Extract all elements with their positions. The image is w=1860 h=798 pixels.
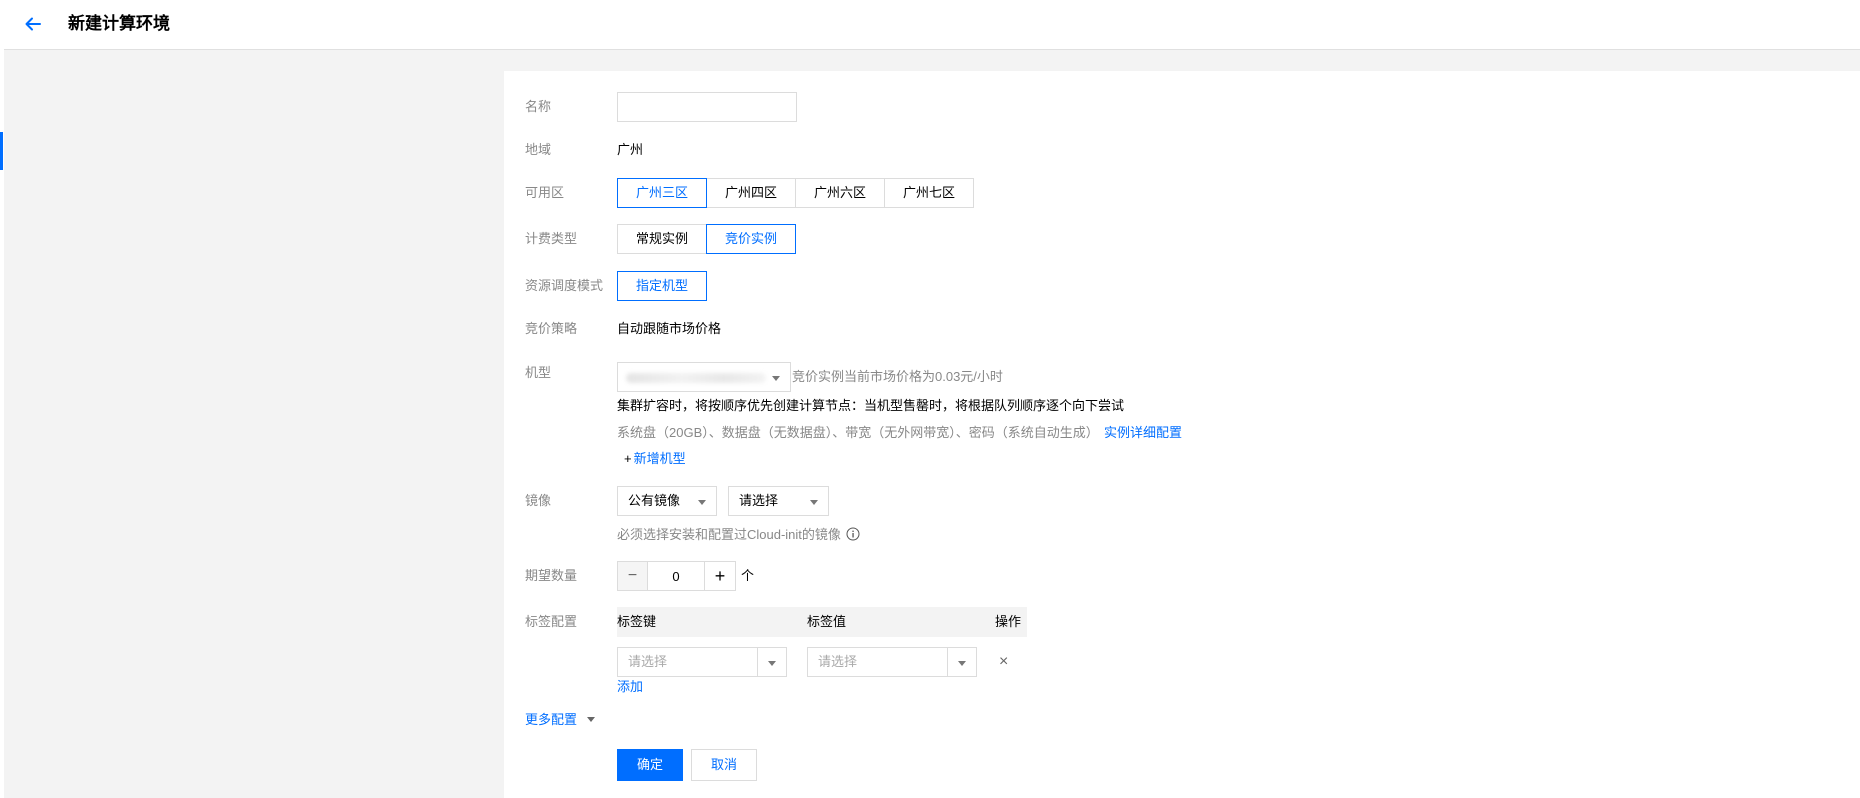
arrow-left-icon[interactable] [22, 13, 44, 35]
scheduling-label: 资源调度模式 [525, 278, 604, 293]
more-config-label: 更多配置 [525, 712, 578, 727]
plus-icon: + [624, 451, 632, 466]
instance-scale-note: 集群扩容时，将按顺序优先创建计算节点：当机型售罄时，将根据队列顺序逐个向下尝试 [617, 398, 1125, 413]
image-type-value: 公有镜像 [628, 493, 681, 508]
instance-config-link[interactable]: 实例详细配置 [1104, 424, 1182, 442]
select-divider [947, 648, 948, 676]
instance-config-summary: 系统盘（20GB）、数据盘（无数据盘）、带宽（无外网带宽）、密码（系统自动生成） [617, 425, 1099, 440]
billing-option-regular[interactable]: 常规实例 [617, 224, 707, 254]
bid-value: 自动跟随市场价格 [617, 321, 722, 336]
billing-label: 计费类型 [525, 231, 578, 246]
image-value: 请选择 [739, 493, 779, 508]
scheduling-option-specified[interactable]: 指定机型 [617, 271, 707, 301]
image-note-text: 必须选择安装和配置过Cloud-init的镜像 [617, 527, 841, 542]
tag-key-select[interactable]: 请选择 [617, 647, 787, 677]
quantity-increment-button[interactable]: + [704, 561, 736, 591]
select-divider [757, 648, 758, 676]
more-config-toggle[interactable]: 更多配置 [525, 711, 595, 729]
image-label: 镜像 [525, 493, 552, 508]
caret-down-icon [698, 500, 706, 505]
image-note: 必须选择安装和配置过Cloud-init的镜像 [617, 526, 860, 544]
add-tag-link[interactable]: 添加 [617, 678, 643, 696]
zone-option-3[interactable]: 广州六区 [795, 178, 885, 208]
tag-value-placeholder: 请选择 [818, 654, 858, 669]
cancel-button[interactable]: 取消 [691, 749, 757, 781]
caret-down-icon [772, 376, 780, 381]
tag-key-placeholder: 请选择 [628, 654, 668, 669]
bid-label: 竞价策略 [525, 321, 578, 336]
instance-type-select[interactable] [617, 362, 791, 392]
quantity-label: 期望数量 [525, 568, 578, 583]
close-icon[interactable]: × [999, 653, 1008, 671]
image-type-select[interactable]: 公有镜像 [617, 486, 717, 516]
region-label: 地域 [525, 142, 552, 157]
left-rail [0, 0, 4, 798]
page-title: 新建计算环境 [68, 14, 170, 33]
caret-down-icon [958, 661, 966, 666]
zone-option-4[interactable]: 广州七区 [884, 178, 974, 208]
caret-down-icon [810, 500, 818, 505]
add-instance-type-link[interactable]: + 新增机型 [624, 450, 686, 468]
info-icon[interactable] [846, 527, 860, 541]
image-select[interactable]: 请选择 [728, 486, 829, 516]
quantity-input[interactable] [647, 561, 705, 591]
tags-table-header: 标签键 标签值 操作 [617, 607, 1027, 637]
region-value: 广州 [617, 142, 644, 157]
caret-down-icon [768, 661, 776, 666]
add-instance-type-label: 新增机型 [633, 451, 686, 466]
tags-label: 标签配置 [525, 614, 578, 629]
zone-option-1[interactable]: 广州三区 [617, 178, 707, 208]
instance-type-value-redacted [626, 373, 766, 383]
page-header: 新建计算环境 [0, 0, 1860, 50]
instance-label: 机型 [525, 365, 552, 380]
instance-price-note: 竞价实例当前市场价格为0.03元/小时 [792, 369, 1003, 384]
name-label: 名称 [525, 99, 552, 114]
tags-col-value: 标签值 [807, 614, 847, 629]
zone-label: 可用区 [525, 185, 565, 200]
zone-option-2[interactable]: 广州四区 [706, 178, 796, 208]
confirm-button[interactable]: 确定 [617, 749, 683, 781]
tags-col-key: 标签键 [617, 614, 657, 629]
tags-col-action: 操作 [995, 614, 1022, 629]
name-input[interactable] [617, 92, 797, 122]
caret-down-icon [586, 717, 595, 722]
tag-value-select[interactable]: 请选择 [807, 647, 977, 677]
quantity-unit: 个 [741, 568, 755, 583]
nav-active-indicator [0, 132, 3, 170]
billing-option-spot[interactable]: 竞价实例 [706, 224, 796, 254]
quantity-decrement-button[interactable]: − [617, 561, 648, 591]
